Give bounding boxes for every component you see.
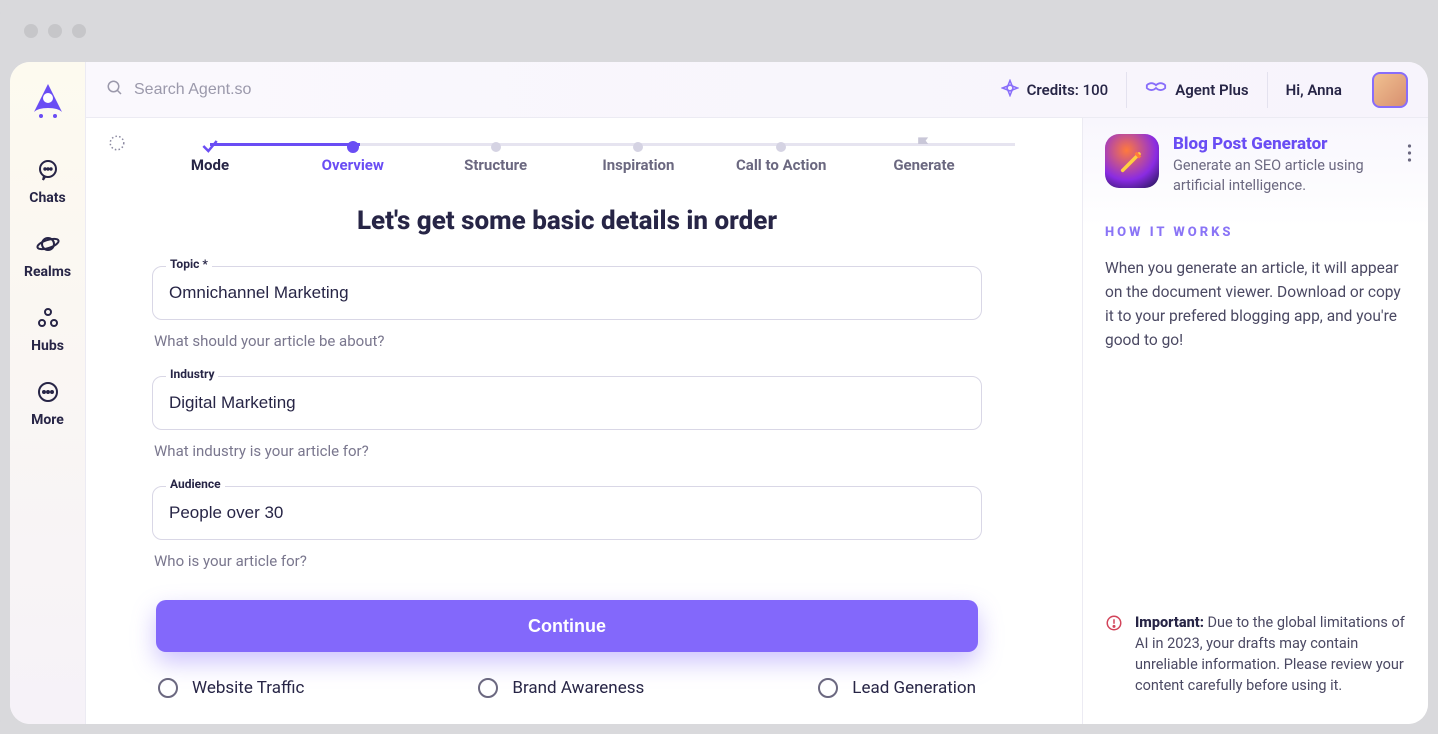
chat-icon <box>36 158 60 182</box>
audience-input[interactable] <box>152 486 982 540</box>
goal-label: Lead Generation <box>852 678 976 698</box>
flag-icon <box>914 134 934 158</box>
step-mode[interactable]: Mode <box>150 138 270 174</box>
warning-icon <box>1105 614 1123 696</box>
step-inspiration[interactable]: Inspiration <box>578 138 698 174</box>
search-icon <box>106 79 124 101</box>
sidebar-item-hubs[interactable]: Hubs <box>10 294 85 366</box>
sidebar-item-label: Chats <box>29 190 65 206</box>
avatar[interactable] <box>1372 72 1408 108</box>
topic-help: What should your article be about? <box>154 332 982 350</box>
mask-icon <box>1145 81 1167 99</box>
how-it-works-text: When you generate an article, it will ap… <box>1105 256 1406 352</box>
radio-icon <box>478 678 498 698</box>
hubs-icon <box>36 306 60 330</box>
important-note: Important: Due to the global limitations… <box>1105 612 1406 708</box>
audience-label: Audience <box>166 477 225 491</box>
goal-label: Website Traffic <box>192 678 304 698</box>
planet-icon <box>36 232 60 256</box>
topic-label: Topic * <box>166 257 212 271</box>
credits-button[interactable]: Credits: 100 <box>983 72 1127 108</box>
info-panel: Blog Post Generator Generate an SEO arti… <box>1082 118 1428 724</box>
panel-app-subtitle: Generate an SEO article using artificial… <box>1173 156 1406 195</box>
greeting-text: Hi, Anna <box>1286 81 1342 99</box>
audience-help: Who is your article for? <box>154 552 982 570</box>
goal-option-traffic[interactable]: Website Traffic <box>158 678 304 698</box>
goal-option-awareness[interactable]: Brand Awareness <box>478 678 644 698</box>
more-icon <box>36 380 60 404</box>
topbar: Credits: 100 Agent Plus Hi, Anna <box>86 62 1428 118</box>
kebab-icon[interactable] <box>1407 144 1412 166</box>
continue-button[interactable]: Continue <box>156 600 978 652</box>
step-generate[interactable]: Generate <box>864 138 984 174</box>
credits-value: 100 <box>1083 81 1109 99</box>
industry-help: What industry is your article for? <box>154 442 982 460</box>
credits-label: Credits: <box>1027 81 1079 99</box>
step-structure[interactable]: Structure <box>436 138 556 174</box>
check-icon <box>200 136 220 160</box>
sidebar-item-chats[interactable]: Chats <box>10 146 85 218</box>
refresh-icon[interactable] <box>108 134 126 156</box>
radio-icon <box>818 678 838 698</box>
credits-icon <box>1001 79 1019 101</box>
radio-icon <box>158 678 178 698</box>
step-overview[interactable]: Overview <box>293 138 413 174</box>
how-it-works-heading: HOW IT WORKS <box>1105 225 1406 240</box>
industry-label: Industry <box>166 367 218 381</box>
sidebar-item-more[interactable]: More <box>10 368 85 440</box>
app-icon <box>1105 134 1159 188</box>
window-traffic-lights <box>24 24 86 38</box>
search-input[interactable] <box>134 81 434 99</box>
sidebar-item-label: Hubs <box>31 338 64 354</box>
sidebar-item-label: More <box>31 412 64 428</box>
greeting: Hi, Anna <box>1267 72 1360 108</box>
sidebar-item-label: Realms <box>24 264 71 280</box>
form-title: Let's get some basic details in order <box>116 206 1018 236</box>
step-label: Generate <box>893 156 954 174</box>
main-content: Mode Overview Structure Inspiration <box>86 118 1082 724</box>
step-label: Inspiration <box>602 156 674 174</box>
app-logo[interactable] <box>24 76 72 124</box>
sidebar-item-realms[interactable]: Realms <box>10 220 85 292</box>
industry-input[interactable] <box>152 376 982 430</box>
step-label: Call to Action <box>736 156 826 174</box>
panel-app-title: Blog Post Generator <box>1173 134 1406 154</box>
topic-input[interactable] <box>152 266 982 320</box>
step-cta[interactable]: Call to Action <box>721 138 841 174</box>
stepper: Mode Overview Structure Inspiration <box>150 134 984 174</box>
goal-option-leads[interactable]: Lead Generation <box>818 678 976 698</box>
sidebar: Chats Realms Hubs More <box>10 62 86 724</box>
important-label: Important: <box>1135 614 1204 631</box>
goal-label: Brand Awareness <box>512 678 644 698</box>
step-label: Overview <box>322 156 384 174</box>
agent-plus-button[interactable]: Agent Plus <box>1126 72 1266 108</box>
step-label: Structure <box>464 156 527 174</box>
agent-plus-label: Agent Plus <box>1175 81 1248 99</box>
